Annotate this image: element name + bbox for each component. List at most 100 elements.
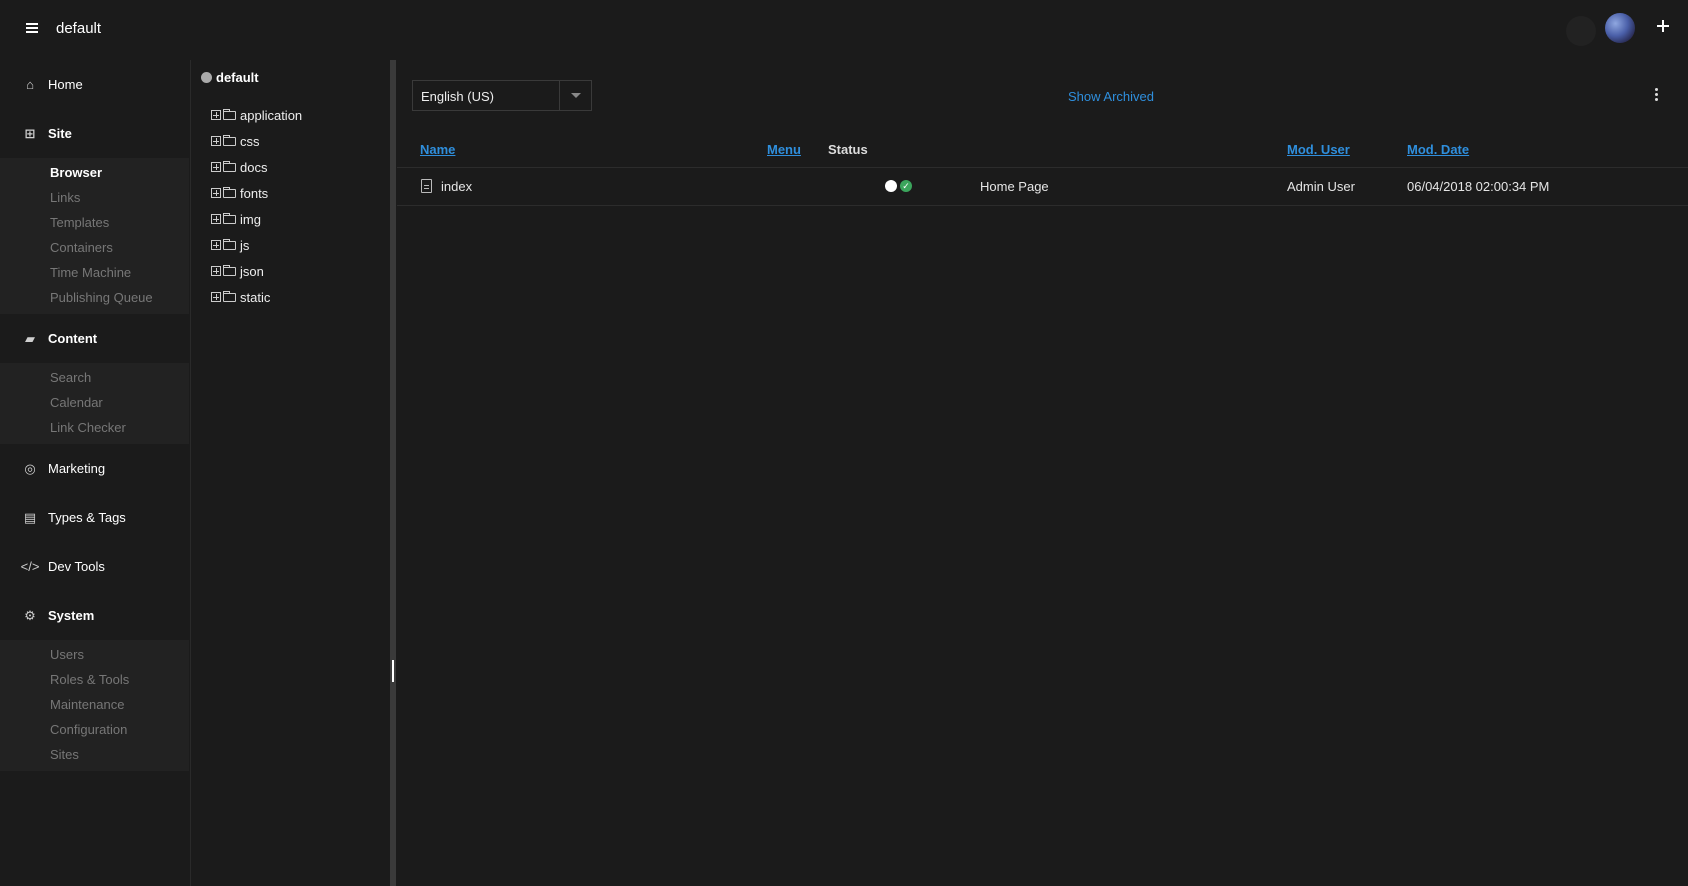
folder-label: static — [240, 289, 271, 305]
nav-home-label: Home — [48, 77, 83, 92]
tree-folder[interactable]: static — [211, 284, 302, 310]
top-bar: default — [0, 0, 1688, 56]
nav-item-publishing-queue[interactable]: Publishing Queue — [0, 285, 189, 310]
nav-system[interactable]: ⚙ System — [0, 591, 189, 640]
tree-folder[interactable]: application — [211, 102, 302, 128]
language-select[interactable]: English (US) — [412, 80, 592, 111]
column-header-name[interactable]: Name — [420, 142, 455, 157]
expand-icon[interactable] — [211, 214, 221, 224]
nav-item-maintenance[interactable]: Maintenance — [0, 692, 189, 717]
gear-icon: ⚙ — [24, 607, 36, 623]
expand-icon[interactable] — [211, 292, 221, 302]
nav-item-configuration[interactable]: Configuration — [0, 717, 189, 742]
nav-home[interactable]: ⌂ Home — [0, 60, 189, 109]
folder-icon — [223, 161, 236, 172]
tree-folder[interactable]: img — [211, 206, 302, 232]
menu-icon[interactable] — [26, 23, 38, 33]
nav-item-time-machine[interactable]: Time Machine — [0, 260, 189, 285]
column-header-mod-date[interactable]: Mod. Date — [1407, 142, 1469, 157]
nav-types-tags[interactable]: ▤ Types & Tags — [0, 493, 189, 542]
nav-system-label: System — [48, 608, 95, 623]
show-archived-link[interactable]: Show Archived — [1068, 89, 1154, 104]
nav-site-submenu: Browser Links Templates Containers Time … — [0, 158, 189, 314]
tree-folder[interactable]: fonts — [211, 180, 302, 206]
globe-icon — [201, 72, 212, 83]
status-dot-icon — [885, 180, 897, 192]
app-title: default — [56, 20, 102, 37]
expand-icon[interactable] — [211, 162, 221, 172]
nav-item-sites[interactable]: Sites — [0, 742, 189, 767]
sidebar: ⌂ Home ⊞ Site Browser Links Templates Co… — [0, 60, 189, 886]
nav-site-label: Site — [48, 126, 72, 141]
folder-icon — [223, 239, 236, 250]
folder-label: application — [240, 107, 303, 123]
nav-site[interactable]: ⊞ Site — [0, 109, 189, 158]
home-icon: ⌂ — [26, 77, 34, 92]
tree-folder[interactable]: json — [211, 258, 302, 284]
nav-marketing[interactable]: ◎ Marketing — [0, 444, 189, 493]
target-icon: ◎ — [24, 460, 36, 476]
splitter-grip[interactable] — [392, 660, 394, 682]
table-header-divider — [397, 167, 1688, 168]
nav-dev-tools-label: Dev Tools — [48, 559, 105, 574]
status-check-icon: ✓ — [900, 180, 912, 192]
nav-item-calendar[interactable]: Calendar — [0, 390, 189, 415]
table-row-divider — [397, 205, 1688, 206]
folder-tree: default application css docs fonts img j… — [190, 60, 390, 886]
nav-item-templates[interactable]: Templates — [0, 210, 189, 235]
nav-section-system: ⚙ System Users Roles & Tools Maintenance… — [0, 591, 189, 771]
folder-label: css — [240, 133, 260, 149]
more-options-icon[interactable] — [1655, 88, 1659, 102]
nav-item-users[interactable]: Users — [0, 642, 189, 667]
row-mod-user: Admin User — [1287, 179, 1355, 194]
tree-folder[interactable]: docs — [211, 154, 302, 180]
folder-icon — [223, 135, 236, 146]
tree-list: application css docs fonts img js json s… — [211, 102, 302, 310]
folder-label: docs — [240, 159, 268, 175]
nav-content[interactable]: ▰ Content — [0, 314, 189, 363]
nav-item-search[interactable]: Search — [0, 365, 189, 390]
column-header-menu[interactable]: Menu — [767, 142, 801, 157]
tree-folder[interactable]: js — [211, 232, 302, 258]
nav-section-home: ⌂ Home — [0, 60, 189, 109]
avatar[interactable] — [1605, 13, 1635, 43]
folder-icon — [223, 213, 236, 224]
nav-item-containers[interactable]: Containers — [0, 235, 189, 260]
expand-icon[interactable] — [211, 240, 221, 250]
folder-label: js — [240, 237, 250, 253]
nav-content-label: Content — [48, 331, 98, 346]
add-icon[interactable] — [1656, 19, 1670, 33]
nav-dev-tools[interactable]: </> Dev Tools — [0, 542, 189, 591]
panel-splitter[interactable] — [390, 60, 396, 886]
nav-section-content: ▰ Content Search Calendar Link Checker — [0, 314, 189, 444]
sitemap-icon: ⊞ — [24, 125, 36, 141]
folder-icon — [223, 291, 236, 302]
nav-marketing-label: Marketing — [48, 461, 106, 476]
nav-types-tags-label: Types & Tags — [48, 510, 126, 525]
row-title: Home Page — [980, 179, 1049, 194]
nav-item-link-checker[interactable]: Link Checker — [0, 415, 189, 440]
column-header-status: Status — [828, 142, 868, 157]
language-value: English (US) — [421, 89, 494, 104]
notification-dot[interactable] — [1566, 16, 1596, 46]
chevron-down-icon[interactable] — [559, 81, 591, 110]
nav-section-marketing: ◎ Marketing — [0, 444, 189, 493]
expand-icon[interactable] — [211, 136, 221, 146]
row-name[interactable]: index — [441, 179, 472, 194]
file-icon — [421, 179, 432, 193]
folder-label: img — [240, 211, 261, 227]
column-header-mod-user[interactable]: Mod. User — [1287, 142, 1350, 157]
expand-icon[interactable] — [211, 266, 221, 276]
nav-content-submenu: Search Calendar Link Checker — [0, 363, 189, 444]
main-content: English (US) Show Archived Name Menu Sta… — [397, 60, 1688, 886]
nav-item-roles-tools[interactable]: Roles & Tools — [0, 667, 189, 692]
expand-icon[interactable] — [211, 188, 221, 198]
tree-folder[interactable]: css — [211, 128, 302, 154]
folder-icon — [223, 187, 236, 198]
folder-icon — [223, 109, 236, 120]
tree-root[interactable]: default — [201, 70, 259, 85]
expand-icon[interactable] — [211, 110, 221, 120]
tree-root-label: default — [216, 70, 259, 85]
nav-item-browser[interactable]: Browser — [0, 160, 189, 185]
nav-item-links[interactable]: Links — [0, 185, 189, 210]
